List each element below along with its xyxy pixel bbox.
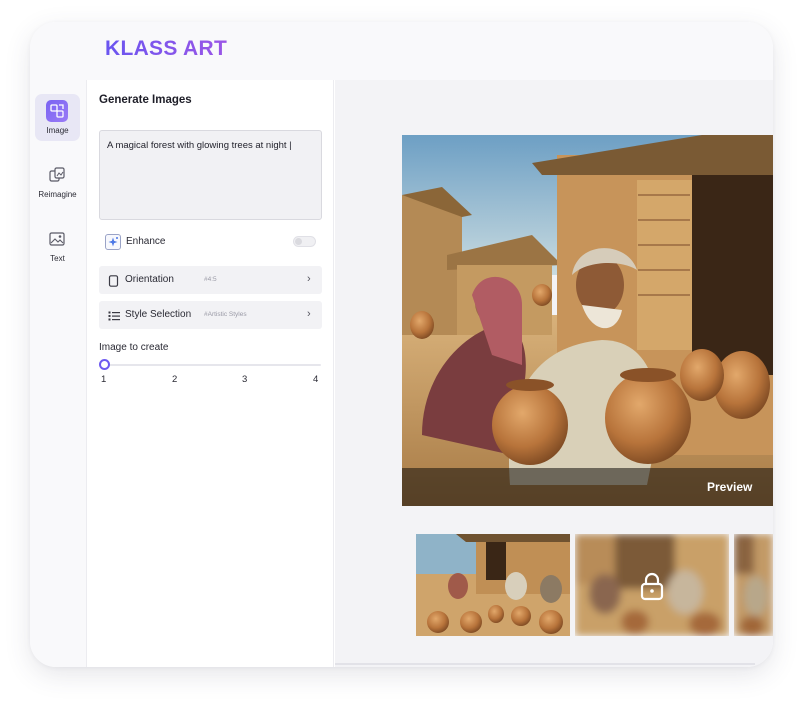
thumbnail-3[interactable] — [734, 534, 773, 636]
enhance-label: Enhance — [126, 236, 166, 247]
thumbnail-2[interactable] — [575, 534, 729, 636]
settings-panel: Generate Images A magical forest with gl… — [87, 80, 334, 667]
preview-label: Preview — [707, 480, 753, 494]
rail-item-image[interactable]: Image — [35, 94, 80, 141]
style-value: #Artistic Styles — [204, 311, 247, 318]
orientation-value: #4:5 — [204, 276, 217, 283]
orientation-label: Orientation — [125, 274, 174, 285]
orientation-select[interactable]: Orientation #4:5 › — [99, 266, 322, 294]
rail-item-text[interactable]: Text — [35, 222, 80, 269]
prompt-input[interactable]: A magical forest with glowing trees at n… — [99, 130, 322, 220]
rail-item-label: Text — [50, 254, 65, 263]
app-header: KLASS ART — [30, 22, 773, 80]
reimagine-icon — [46, 164, 68, 186]
preview-image[interactable]: Preview — [402, 135, 773, 506]
slider-tick: 3 — [242, 374, 248, 385]
text-image-icon — [46, 228, 68, 250]
sparkle-icon — [105, 234, 121, 250]
image-generate-icon — [46, 100, 68, 122]
image-count-slider[interactable] — [103, 364, 321, 366]
thumbnail-1[interactable] — [416, 534, 570, 636]
image-count-label: Image to create — [99, 342, 169, 353]
chevron-right-icon: › — [307, 308, 311, 320]
canvas-area: Preview — [335, 80, 773, 667]
style-select[interactable]: Style Selection #Artistic Styles › — [99, 301, 322, 329]
preview-caption-bar: Preview — [402, 468, 773, 506]
slider-tick: 1 — [101, 374, 107, 385]
portrait-frame-icon — [108, 274, 119, 287]
enhance-toggle[interactable] — [293, 236, 316, 247]
chevron-right-icon: › — [307, 273, 311, 285]
slider-handle[interactable] — [99, 359, 110, 370]
rail-item-label: Image — [46, 126, 69, 135]
enhance-row: Enhance — [99, 232, 322, 252]
rail-item-reimagine[interactable]: Reimagine — [35, 158, 80, 205]
app-window: KLASS ART Image Reimagine Text Generate … — [30, 22, 773, 667]
rail-item-label: Reimagine — [38, 190, 77, 199]
lock-icon — [639, 571, 665, 601]
panel-title: Generate Images — [99, 94, 192, 106]
app-logo: KLASS ART — [105, 37, 228, 60]
list-icon — [108, 309, 120, 321]
style-label: Style Selection — [125, 309, 192, 320]
canvas-divider — [335, 663, 755, 665]
tool-rail: Image Reimagine Text — [30, 80, 87, 667]
slider-tick: 4 — [313, 374, 319, 385]
toggle-knob — [295, 238, 302, 245]
slider-tick: 2 — [172, 374, 178, 385]
